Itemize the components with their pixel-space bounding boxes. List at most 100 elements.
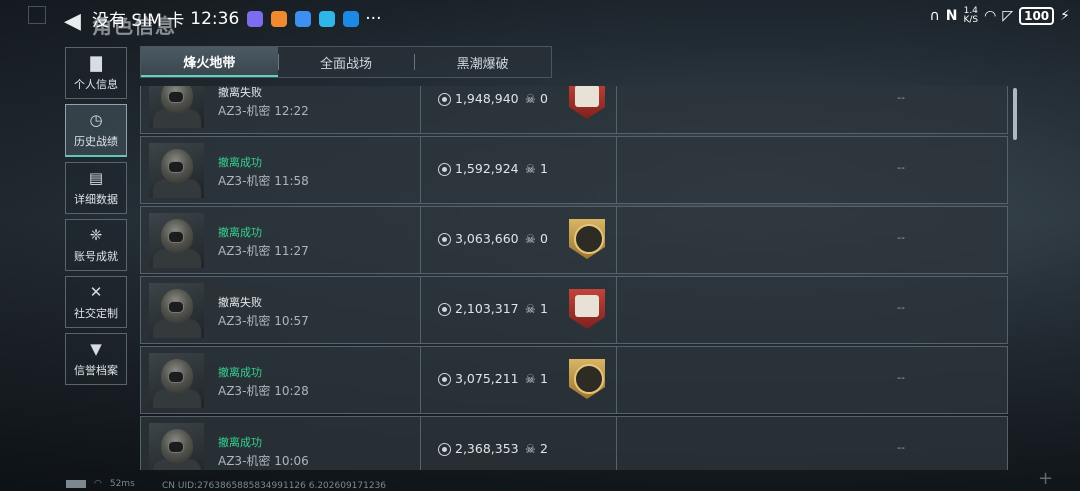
mode-tabs: 烽火地带 全面战场 黑潮爆破 xyxy=(140,46,552,78)
list-item[interactable]: 撤离成功 AZ3-机密 10:06 2,368,353 ☠ 2 -- xyxy=(140,416,1008,470)
operator-avatar xyxy=(149,353,204,408)
sidebar-item-achievements[interactable]: ❈ 账号成就 xyxy=(65,219,127,271)
list-item[interactable]: 撤离成功 AZ3-机密 11:27 3,063,660 ☠ 0 -- xyxy=(140,206,1008,274)
game-notification-icon xyxy=(271,10,288,27)
map-name: AZ3-机密 xyxy=(218,454,271,468)
skull-icon: ☠ xyxy=(525,372,536,386)
extra-stat: -- xyxy=(897,301,905,314)
extraction-result: 撤离成功 xyxy=(218,156,262,169)
music-notification-icon xyxy=(295,10,312,27)
rank-badge-icon xyxy=(569,219,605,259)
rank-badge-icon xyxy=(569,289,605,329)
map-and-time: AZ3-机密 11:58 xyxy=(218,172,309,189)
sidebar-item-social[interactable]: ✕ 社交定制 xyxy=(65,276,127,328)
clock: 12:36 xyxy=(190,8,240,29)
operator-avatar xyxy=(149,283,204,338)
sidebar-item-personal-info[interactable]: ▇ 个人信息 xyxy=(65,47,127,99)
shield-icon: ▼ xyxy=(90,340,102,358)
extra-stat: -- xyxy=(897,231,905,244)
plus-icon: + xyxy=(1038,468,1054,489)
map-and-time: AZ3-机密 12:22 xyxy=(218,102,309,119)
column-divider xyxy=(616,347,617,413)
tab-black-tide[interactable]: 黑潮爆破 xyxy=(414,47,551,77)
map-name: AZ3-机密 xyxy=(218,384,271,398)
user-uid: CN UID:2763865885834991126 6.20260917123… xyxy=(162,481,387,491)
coin-icon xyxy=(438,303,451,316)
history-clock-icon: ◷ xyxy=(89,111,103,129)
sidebar-item-label: 社交定制 xyxy=(74,307,118,320)
nfc-icon: N xyxy=(945,8,958,24)
loot-value: 2,103,317 xyxy=(455,301,519,316)
map-and-time: AZ3-机密 10:06 xyxy=(218,452,309,469)
sidebar-item-label: 详细数据 xyxy=(74,193,118,206)
kill-count: 0 xyxy=(540,231,548,246)
device-battery-icon xyxy=(66,480,86,488)
sidebar-item-detailed-data[interactable]: ▤ 详细数据 xyxy=(65,162,127,214)
column-divider xyxy=(616,86,617,133)
loot-value: 3,063,660 xyxy=(455,231,519,246)
match-time: 10:57 xyxy=(274,314,309,328)
skull-icon: ☠ xyxy=(525,162,536,176)
tab-hazard-zone[interactable]: 烽火地带 xyxy=(141,47,278,77)
extraction-result: 撤离成功 xyxy=(218,436,262,449)
column-divider xyxy=(420,86,421,133)
list-scrollbar[interactable] xyxy=(1013,88,1017,140)
list-item[interactable]: 撤离成功 AZ3-机密 10:28 3,075,211 ☠ 1 -- xyxy=(140,346,1008,414)
map-name: AZ3-机密 xyxy=(218,244,271,258)
sidebar-item-label: 信誉档案 xyxy=(74,364,118,377)
list-item[interactable]: 撤离成功 AZ3-机密 11:58 1,592,924 ☠ 1 -- xyxy=(140,136,1008,204)
skull-icon: ☠ xyxy=(525,302,536,316)
headphones-icon: ∩ xyxy=(929,8,940,24)
status-right: ∩ N 1.4 K/S ◠ ◸ 100 ⚡ xyxy=(929,7,1070,25)
map-name: AZ3-机密 xyxy=(218,314,271,328)
kill-count: 0 xyxy=(540,91,548,106)
ping-value: 52ms xyxy=(109,479,135,489)
map-name: AZ3-机密 xyxy=(218,174,271,188)
wifi-small-icon: ◠ xyxy=(94,479,102,489)
bar-chart-icon: ▇ xyxy=(90,54,102,72)
coin-icon xyxy=(438,163,451,176)
rank-badge-icon xyxy=(569,86,605,119)
extraction-result: 撤离失败 xyxy=(218,296,262,309)
kill-count: 2 xyxy=(540,441,548,456)
operator-avatar xyxy=(149,86,204,128)
coin-icon xyxy=(438,233,451,246)
sidebar-item-reputation[interactable]: ▼ 信誉档案 xyxy=(65,333,127,385)
extra-stat: -- xyxy=(897,161,905,174)
signal-off-icon: ◸ xyxy=(1002,8,1014,24)
match-time: 11:27 xyxy=(274,244,309,258)
bottom-status: ◠ 52ms xyxy=(66,479,135,489)
operator-avatar xyxy=(149,143,204,198)
status-left: 没有 SIM 卡 12:36 ··· xyxy=(92,6,382,32)
list-item[interactable]: 撤离失败 AZ3-机密 10:57 2,103,317 ☠ 1 -- xyxy=(140,276,1008,344)
sidebar-item-history[interactable]: ◷ 历史战绩 xyxy=(65,104,127,157)
sidebar-item-label: 历史战绩 xyxy=(74,135,118,148)
loot-value: 1,592,924 xyxy=(455,161,519,176)
corner-frame xyxy=(28,6,46,24)
loot-value: 1,948,940 xyxy=(455,91,519,106)
column-divider xyxy=(420,277,421,343)
match-time: 12:22 xyxy=(274,104,309,118)
coin-icon xyxy=(438,373,451,386)
tab-full-warfare[interactable]: 全面战场 xyxy=(277,47,415,77)
column-divider xyxy=(420,347,421,413)
kill-count: 1 xyxy=(540,301,548,316)
skull-icon: ☠ xyxy=(525,442,536,456)
extraction-result: 撤离成功 xyxy=(218,366,262,379)
map-and-time: AZ3-机密 11:27 xyxy=(218,242,309,259)
rank-badge-icon xyxy=(569,359,605,399)
column-divider xyxy=(420,207,421,273)
list-item[interactable]: 撤离失败 AZ3-机密 12:22 1,948,940 ☠ 0 -- xyxy=(140,86,1008,134)
folder-icon: ▤ xyxy=(88,169,104,187)
browser-notification-icon xyxy=(319,10,336,27)
charging-icon: ⚡ xyxy=(1060,8,1070,24)
match-time: 11:58 xyxy=(274,174,309,188)
app-notification-icon xyxy=(247,10,264,27)
column-divider xyxy=(420,417,421,470)
back-arrow-icon[interactable]: ◀ xyxy=(64,9,81,34)
sidebar-item-label: 账号成就 xyxy=(74,250,118,263)
kill-count: 1 xyxy=(540,161,548,176)
coin-icon xyxy=(438,443,451,456)
medal-icon: ❈ xyxy=(89,226,103,244)
carrier-text: 没有 SIM 卡 xyxy=(92,11,185,31)
